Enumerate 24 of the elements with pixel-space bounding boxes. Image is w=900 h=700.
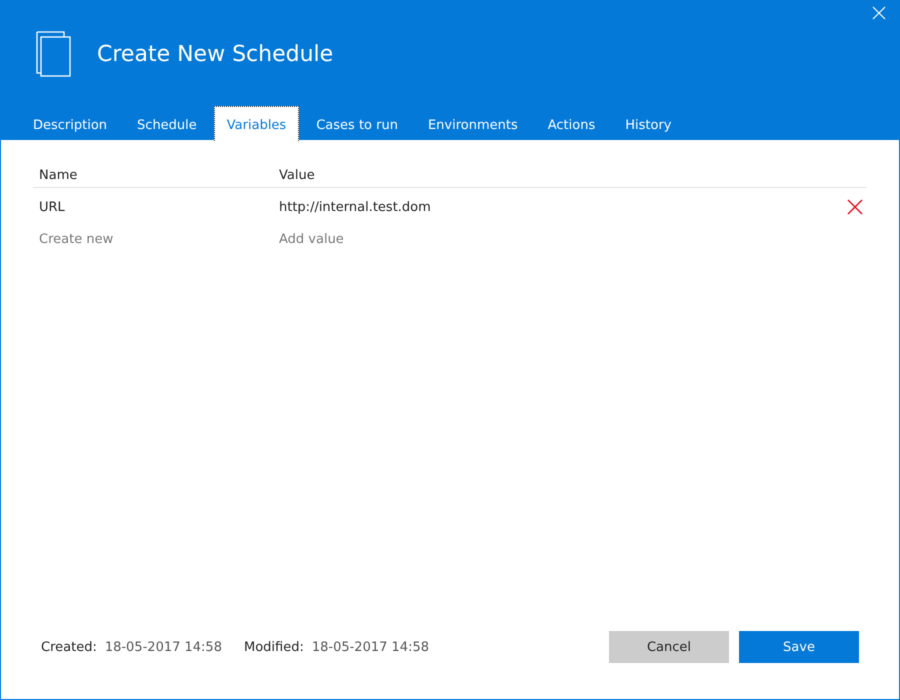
tab[interactable]: Actions [534, 106, 608, 141]
tab[interactable]: Schedule [124, 106, 210, 141]
column-header: Name [39, 168, 78, 183]
column-header: Value [279, 168, 316, 183]
window-title: Create New Schedule [97, 42, 334, 66]
name-input[interactable]: Create new [39, 232, 279, 246]
tab[interactable]: Variables [214, 106, 300, 141]
close-icon [847, 199, 863, 215]
field-label: Modified: [244, 640, 304, 654]
field-value: 18-05-2017 14:58 [312, 640, 429, 654]
tab[interactable]: Description [20, 106, 120, 141]
tab[interactable]: History [612, 106, 684, 141]
table-cell-text: URL [39, 200, 66, 214]
field-label: Created: [41, 640, 97, 654]
cancel-button[interactable]: Cancel [609, 631, 729, 663]
table-cell-text: http://internal.test.dom [279, 200, 432, 214]
value-input[interactable]: Add value [279, 232, 867, 246]
tab[interactable]: Environments [414, 106, 531, 141]
tab[interactable]: Cases to run [303, 106, 411, 141]
documents-icon [36, 31, 72, 77]
close-button[interactable] [872, 6, 886, 20]
field-value: 18-05-2017 14:58 [104, 640, 222, 654]
close-icon [872, 6, 886, 20]
save-button[interactable]: Save [739, 631, 859, 663]
